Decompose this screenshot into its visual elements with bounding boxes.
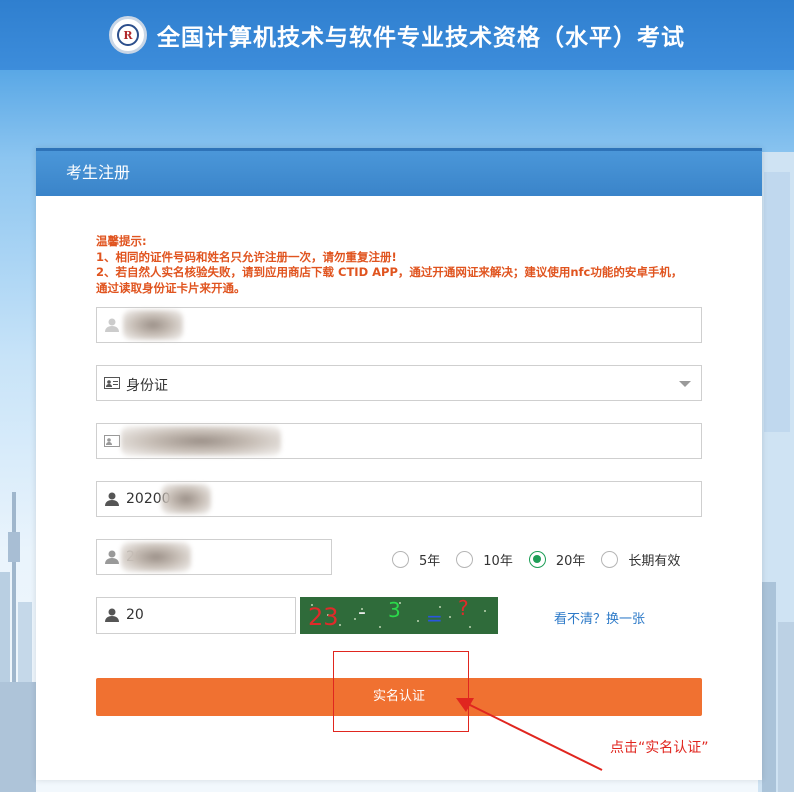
valid-end-date-field[interactable]: 20400 [96,539,332,575]
id-card-icon [104,377,120,389]
exam-logo-icon: R [109,16,147,54]
svg-text:R: R [123,29,133,42]
svg-text:23: 23 [308,603,339,631]
radio-circle[interactable] [601,551,619,568]
chevron-down-icon [679,381,691,387]
annotation-text: 点击“实名认证” [610,740,709,756]
svg-text:=: = [426,606,443,630]
radio-5-years[interactable]: 5年 [392,550,440,569]
tips-line-2: 2、若自然人实名核验失败，请到应用商店下载 CTID APP，通过开通网证来解决… [96,265,683,279]
redacted-name-blur [123,310,183,340]
highlight-box [333,651,469,732]
site-header: R 全国计算机技术与软件专业技术资格（水平）考试 [0,0,794,70]
svg-text:?: ? [458,597,469,620]
svg-text:-: - [358,600,366,625]
tips-line-3: 通过读取身份证卡片来开通。 [96,280,246,295]
id-type-select[interactable]: 身份证 [96,365,702,401]
redacted-date-blur [161,484,211,514]
page-title: 全国计算机技术与软件专业技术资格（水平）考试 [157,25,685,51]
user-icon [105,492,119,506]
radio-label: 10年 [483,554,513,569]
name-field[interactable] [96,307,702,343]
id-number-field[interactable] [96,423,702,459]
annotation-arrow-icon [456,698,603,771]
refresh-captcha-link[interactable]: 看不清？换一张 [554,608,645,627]
captcha-image[interactable]: 23 - 3 = ? [300,597,498,634]
user-icon [105,318,119,332]
radio-label: 长期有效 [628,554,681,569]
svg-text:3: 3 [388,598,401,622]
warm-tips: 温馨提示: 1、相同的证件号码和姓名只允许注册一次，请勿重复注册! 2、若自然人… [96,234,682,296]
panel-title: 考生注册 [36,148,762,196]
radio-long-term[interactable]: 长期有效 [601,550,680,569]
radio-circle[interactable] [456,551,474,568]
id-card-icon [104,435,120,447]
radio-circle[interactable] [392,551,409,568]
id-type-value: 身份证 [126,378,168,394]
redacted-date-blur [121,542,191,572]
tips-heading: 温馨提示: [96,234,147,248]
radio-20-years[interactable]: 20年 [528,550,586,569]
user-icon [105,550,119,564]
city-skyline-right-image [758,152,794,792]
valid-start-date-field[interactable]: 20200 [96,481,702,517]
radio-circle-selected[interactable] [528,551,546,568]
tips-line-1: 1、相同的证件号码和姓名只允许注册一次，请勿重复注册! [96,249,397,264]
city-skyline-left-image [0,492,36,792]
captcha-input[interactable]: 20 [96,597,296,634]
radio-label: 20年 [555,554,586,569]
validity-radio-group: 5年 10年 20年 长期有效 [392,550,696,569]
redacted-id-blur [121,426,281,456]
captcha-value: 20 [126,607,144,623]
radio-label: 5年 [419,554,441,569]
user-icon [105,608,119,622]
radio-10-years[interactable]: 10年 [456,550,513,569]
